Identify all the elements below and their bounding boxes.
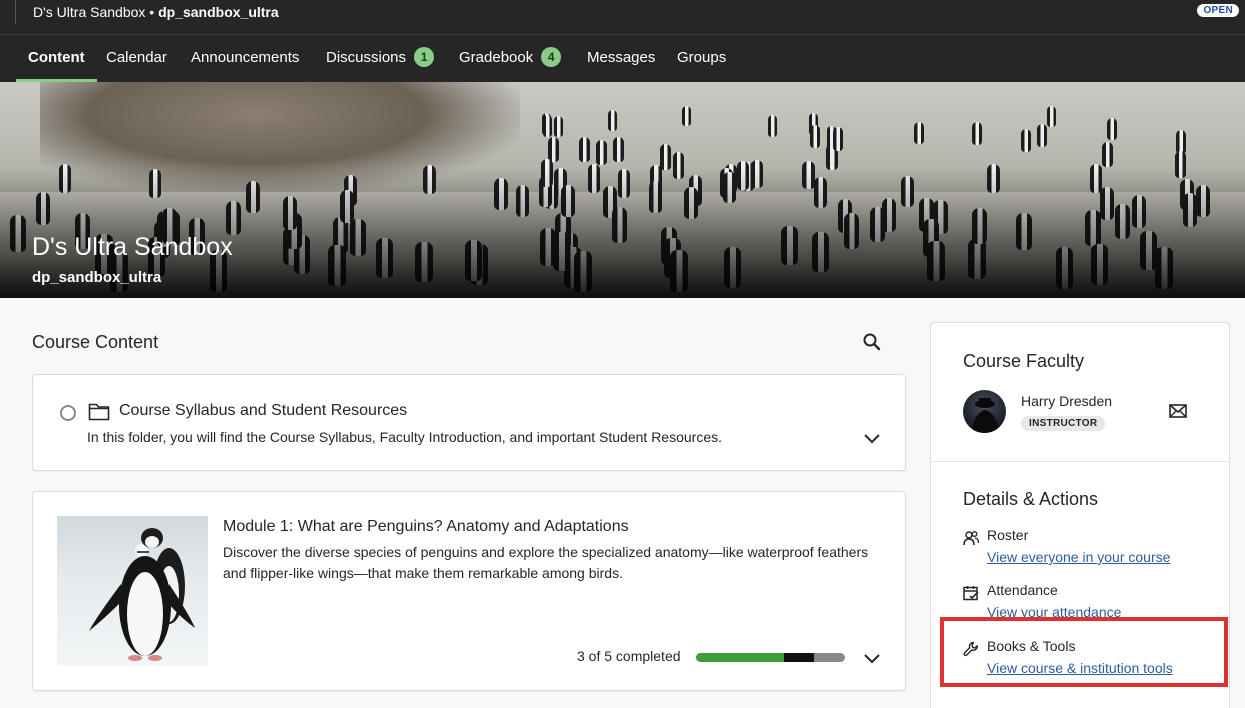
course-status-badge: OPEN [1197, 4, 1239, 17]
content-item-module[interactable]: Module 1: What are Penguins? Anatomy and… [32, 491, 906, 691]
chevron-down-icon[interactable] [863, 432, 881, 444]
content-item-title[interactable]: Module 1: What are Penguins? Anatomy and… [223, 518, 629, 536]
course-top-bar: D's Ultra Sandbox • dp_sandbox_ultra OPE… [0, 0, 1245, 35]
banner-shade [0, 82, 1245, 298]
course-content-heading: Course Content [32, 332, 159, 352]
module-thumbnail-image [57, 516, 208, 666]
tab-gradebook[interactable]: Gradebook 4 [459, 35, 562, 82]
title-separator: • [145, 4, 159, 20]
content-item-title[interactable]: Course Syllabus and Student Resources [119, 402, 407, 420]
content-item-description: In this folder, you will find the Course… [87, 429, 722, 445]
details-heading: Details & Actions [963, 489, 1099, 509]
tab-label: Groups [677, 49, 727, 66]
side-divider [931, 461, 1229, 462]
tab-label: Gradebook [459, 49, 534, 66]
course-title-bar: D's Ultra Sandbox • dp_sandbox_ultra [33, 4, 279, 20]
tab-messages[interactable]: Messages [587, 35, 655, 82]
mail-icon[interactable] [1169, 404, 1187, 418]
role-badge: INSTRUCTOR [1021, 416, 1106, 431]
tab-content[interactable]: Content [16, 35, 97, 82]
highlight-box [940, 617, 1228, 687]
chevron-down-icon[interactable] [863, 652, 881, 664]
gradebook-count-badge: 4 [541, 47, 562, 67]
content-item-description: Discover the diverse species of penguins… [223, 544, 869, 581]
tab-label: Content [28, 49, 85, 66]
top-bar-divider [15, 0, 16, 24]
content-item-folder[interactable]: Course Syllabus and Student Resources In… [32, 374, 906, 471]
attendance-icon [963, 585, 979, 601]
course-nav: Content Calendar Announcements Discussio… [0, 35, 1245, 82]
folder-icon [88, 401, 110, 421]
faculty-name[interactable]: Harry Dresden [1021, 393, 1112, 409]
tab-calendar[interactable]: Calendar [106, 35, 167, 82]
tab-label: Discussions [326, 49, 407, 66]
progress-segment [784, 653, 814, 662]
tab-label: Messages [587, 49, 656, 66]
completion-radio[interactable] [60, 405, 76, 421]
banner-course-name: D's Ultra Sandbox [32, 233, 233, 261]
course-code: dp_sandbox_ultra [158, 4, 279, 20]
tab-label: Announcements [191, 49, 300, 66]
progress-text: 3 of 5 completed [577, 648, 681, 664]
roster-link[interactable]: View everyone in your course [987, 549, 1170, 565]
tab-label: Calendar [106, 49, 167, 66]
course-banner-image: D's Ultra Sandbox dp_sandbox_ultra [0, 82, 1245, 298]
faculty-heading: Course Faculty [963, 351, 1085, 371]
roster-icon [963, 530, 980, 546]
progress-fill [696, 653, 784, 662]
banner-course-code: dp_sandbox_ultra [32, 269, 162, 286]
tab-announcements[interactable]: Announcements [191, 35, 299, 82]
discussions-count-badge: 1 [414, 47, 435, 67]
avatar[interactable] [963, 390, 1006, 433]
search-icon[interactable] [862, 332, 882, 352]
tab-discussions[interactable]: Discussions 1 [326, 35, 435, 82]
progress-bar [696, 653, 845, 662]
action-title: Attendance [987, 582, 1058, 598]
tab-groups[interactable]: Groups [677, 35, 726, 82]
course-name: D's Ultra Sandbox [33, 4, 146, 20]
action-title: Roster [987, 527, 1029, 543]
